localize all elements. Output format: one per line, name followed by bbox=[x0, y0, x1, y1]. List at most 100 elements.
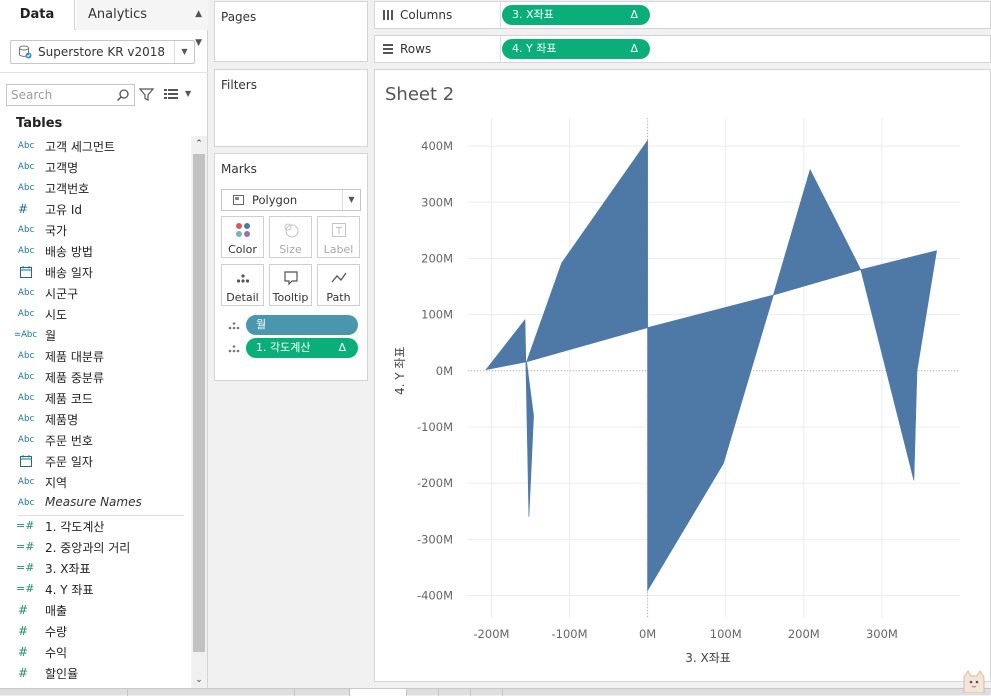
polygon-mark[interactable] bbox=[772, 168, 862, 296]
path-button[interactable]: Path bbox=[317, 264, 360, 306]
field-item[interactable]: Abc 고객명 bbox=[0, 157, 190, 178]
string-type-icon: Abc bbox=[18, 183, 35, 193]
string-type-icon: Abc bbox=[18, 246, 35, 256]
field-item[interactable]: # 할인율 bbox=[0, 663, 190, 684]
polygon-mark[interactable] bbox=[647, 294, 774, 592]
field-item[interactable]: Abc Measure Names bbox=[0, 493, 190, 514]
chevron-down-icon[interactable]: ▼ bbox=[342, 190, 360, 210]
search-icon[interactable] bbox=[116, 88, 130, 102]
rows-shelf[interactable]: Rows 4. Y 좌표 Δ bbox=[374, 35, 991, 63]
field-name: 수량 bbox=[45, 625, 68, 639]
tab-data[interactable]: Data bbox=[0, 0, 75, 31]
string-type-icon: Abc bbox=[18, 162, 35, 172]
y-tick-label: 0M bbox=[436, 364, 453, 378]
field-name: 고유 Id bbox=[45, 203, 83, 217]
polygon-chart[interactable]: 400M 300M 200M 100M 0M -100M -200M -300M -400M -2… bbox=[375, 70, 990, 681]
field-item[interactable]: Abc 고객번호 bbox=[0, 178, 190, 199]
columns-icon bbox=[383, 10, 393, 20]
label-icon: T bbox=[332, 223, 346, 237]
scroll-down-icon[interactable]: ⌄ bbox=[191, 672, 207, 688]
y-tick-label: -300M bbox=[417, 532, 453, 546]
size-button[interactable]: Size bbox=[269, 216, 312, 258]
scrollbar-thumb[interactable] bbox=[193, 154, 205, 652]
field-item[interactable]: Abc 제품 중분류 bbox=[0, 367, 190, 388]
up-down-arrows-icon[interactable]: ▲ ▼ bbox=[195, 0, 202, 58]
tab-analytics[interactable]: Analytics ▲ ▼ bbox=[76, 0, 208, 48]
field-item[interactable]: # 수익 bbox=[0, 642, 190, 663]
sheet-view[interactable]: Sheet 2 400M 300M 200M 100M 0M -100M -200M -300… bbox=[374, 69, 991, 682]
field-item[interactable]: =# 4. Y 좌표 bbox=[0, 579, 190, 600]
field-item[interactable]: =# 2. 중앙과의 거리 bbox=[0, 537, 190, 558]
field-item[interactable]: Abc 제품명 bbox=[0, 409, 190, 430]
filter-icon[interactable] bbox=[139, 87, 154, 102]
polygon-mark[interactable] bbox=[860, 250, 937, 481]
field-list-scrollbar[interactable]: ⌃ ⌄ bbox=[191, 136, 207, 688]
rows-pill[interactable]: 4. Y 좌표 Δ bbox=[502, 39, 650, 59]
divider bbox=[500, 2, 501, 28]
scroll-up-icon[interactable]: ⌃ bbox=[191, 136, 207, 152]
x-tick-label: 100M bbox=[710, 627, 742, 641]
number-type-icon: # bbox=[18, 645, 29, 659]
mark-type-label: Polygon bbox=[252, 193, 298, 207]
field-name: 시군구 bbox=[45, 287, 79, 301]
number-type-icon: # bbox=[18, 666, 29, 680]
pages-card[interactable]: Pages bbox=[214, 1, 368, 62]
field-item[interactable]: Abc 시군구 bbox=[0, 283, 190, 304]
field-name: 배송 일자 bbox=[45, 266, 93, 280]
polygon-mark[interactable] bbox=[526, 139, 648, 363]
datasource-name: Superstore KR v2018 bbox=[38, 45, 165, 59]
detail-button[interactable]: Detail bbox=[221, 264, 264, 306]
field-item[interactable]: # 매출 bbox=[0, 600, 190, 621]
calculated-string-icon: =Abc bbox=[14, 330, 38, 340]
tooltip-button[interactable]: Tooltip bbox=[269, 264, 312, 306]
tooltip-icon bbox=[284, 271, 298, 286]
polygon-mark[interactable] bbox=[485, 318, 534, 517]
chevron-down-icon[interactable]: ▼ bbox=[174, 41, 194, 63]
marks-pill-month[interactable]: 월 bbox=[246, 315, 358, 335]
field-item[interactable]: Abc 시도 bbox=[0, 304, 190, 325]
field-item[interactable]: Abc 주문 번호 bbox=[0, 430, 190, 451]
columns-pill[interactable]: 3. X좌표 Δ bbox=[502, 5, 650, 25]
x-tick-label: 300M bbox=[866, 627, 898, 641]
marks-pill-angle[interactable]: 1. 각도계산 Δ bbox=[246, 338, 358, 358]
field-name: Measure Names bbox=[45, 495, 142, 509]
columns-shelf[interactable]: Columns 3. X좌표 Δ bbox=[374, 1, 991, 29]
detail-icon bbox=[236, 274, 250, 283]
mark-type-select[interactable]: Polygon ▼ bbox=[221, 189, 361, 211]
search-input[interactable] bbox=[11, 87, 111, 103]
field-item[interactable]: 배송 일자 bbox=[0, 262, 190, 283]
field-item[interactable]: Abc 고객 세그먼트 bbox=[0, 136, 190, 157]
field-name: 월 bbox=[45, 329, 57, 343]
string-type-icon: Abc bbox=[18, 309, 35, 319]
field-name: 고객 세그먼트 bbox=[45, 140, 116, 154]
list-view-icon[interactable] bbox=[164, 89, 178, 100]
field-item[interactable]: 주문 일자 bbox=[0, 451, 190, 472]
svg-text:T: T bbox=[335, 226, 343, 237]
y-tick-label: 400M bbox=[421, 139, 453, 153]
field-item[interactable]: Abc 제품 대분류 bbox=[0, 346, 190, 367]
field-item[interactable]: # 고유 Id bbox=[0, 199, 190, 220]
field-item[interactable]: =# 1. 각도계산 bbox=[0, 516, 190, 537]
color-button[interactable]: Color bbox=[221, 216, 264, 258]
calculated-number-icon: =# bbox=[16, 519, 35, 532]
y-tick-label: -200M bbox=[417, 476, 453, 490]
field-item[interactable]: Abc 제품 코드 bbox=[0, 388, 190, 409]
datasource-select[interactable]: Superstore KR v2018 ▼ bbox=[10, 40, 195, 64]
filters-card[interactable]: Filters bbox=[214, 69, 368, 147]
field-item[interactable]: =# 3. X좌표 bbox=[0, 558, 190, 579]
field-name: 제품명 bbox=[45, 413, 79, 427]
detail-icon bbox=[228, 322, 240, 330]
field-item[interactable]: Abc 배송 방법 bbox=[0, 241, 190, 262]
label-button[interactable]: T Label bbox=[317, 216, 360, 258]
chevron-down-icon[interactable]: ▼ bbox=[185, 89, 191, 98]
string-type-icon: Abc bbox=[18, 477, 35, 487]
number-type-icon: # bbox=[18, 202, 29, 216]
field-item[interactable]: =Abc 월 bbox=[0, 325, 190, 346]
field-item[interactable]: # 수량 bbox=[0, 621, 190, 642]
tooltip-label: Tooltip bbox=[272, 291, 309, 304]
field-item[interactable]: Abc 지역 bbox=[0, 472, 190, 493]
search-box[interactable] bbox=[6, 84, 135, 106]
string-type-icon: Abc bbox=[18, 225, 35, 235]
field-item[interactable]: Abc 국가 bbox=[0, 220, 190, 241]
string-type-icon: Abc bbox=[18, 141, 35, 151]
